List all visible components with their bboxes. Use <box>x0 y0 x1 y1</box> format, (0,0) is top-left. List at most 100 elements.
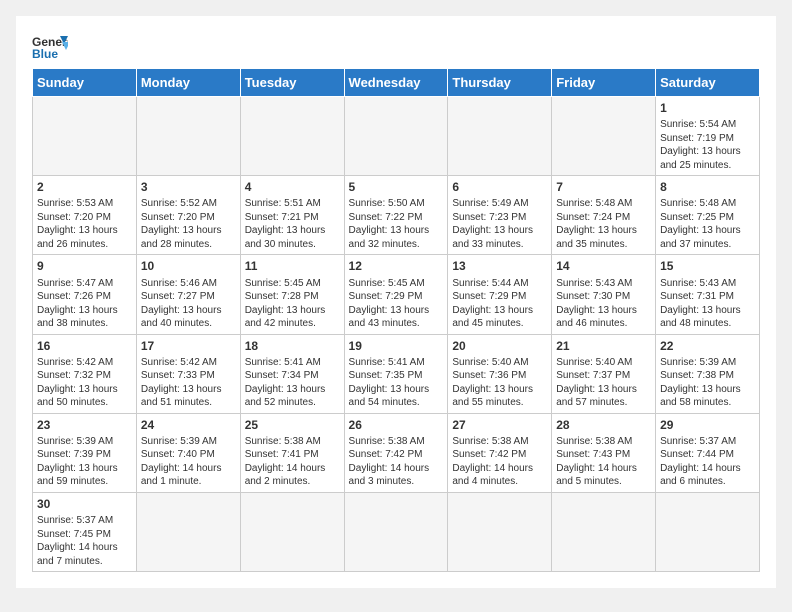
day-number: 17 <box>141 338 236 354</box>
day-info: Sunrise: 5:52 AM Sunset: 7:20 PM Dayligh… <box>141 197 236 251</box>
header: General Blue <box>32 32 760 60</box>
weekday-header-tuesday: Tuesday <box>240 69 344 97</box>
calendar-cell: 12Sunrise: 5:45 AM Sunset: 7:29 PM Dayli… <box>344 255 448 334</box>
calendar-cell: 8 Sunrise: 5:48 AM Sunset: 7:25 PM Daylig… <box>656 176 760 255</box>
logo-icon: General Blue <box>32 32 68 60</box>
calendar-cell: 25 Sunrise: 5:38 AM Sunset: 7:41 PM Dayli… <box>240 413 344 492</box>
week-row-3: 9 Sunrise: 5:47 AM Sunset: 7:26 PM Daylig… <box>33 255 760 334</box>
day-info: Sunrise: 5:38 AM Sunset: 7:41 PM Dayligh… <box>245 435 340 489</box>
calendar-cell: 11 Sunrise: 5:45 AM Sunset: 7:28 PM Dayli… <box>240 255 344 334</box>
day-info: Sunrise: 5:46 AM Sunset: 7:27 PM Dayligh… <box>141 277 236 331</box>
week-row-6: 30Sunrise: 5:37 AM Sunset: 7:45 PM Dayli… <box>33 492 760 571</box>
svg-text:Blue: Blue <box>32 47 58 60</box>
day-info: Sunrise: 5:54 AM Sunset: 7:19 PM Dayligh… <box>660 118 755 172</box>
calendar-cell: 7 Sunrise: 5:48 AM Sunset: 7:24 PM Daylig… <box>552 176 656 255</box>
day-info: Sunrise: 5:41 AM Sunset: 7:35 PM Dayligh… <box>349 356 444 410</box>
day-info: Sunrise: 5:39 AM Sunset: 7:39 PM Dayligh… <box>37 435 132 489</box>
calendar-cell: 26 Sunrise: 5:38 AM Sunset: 7:42 PM Dayli… <box>344 413 448 492</box>
calendar-cell: 1 Sunrise: 5:54 AM Sunset: 7:19 PM Daylig… <box>656 97 760 176</box>
page: General Blue SundayMondayTuesdayWednesda… <box>16 16 776 588</box>
calendar-cell: 19 Sunrise: 5:41 AM Sunset: 7:35 PM Dayli… <box>344 334 448 413</box>
day-info: Sunrise: 5:53 AM Sunset: 7:20 PM Dayligh… <box>37 197 132 251</box>
day-info: Sunrise: 5:40 AM Sunset: 7:37 PM Dayligh… <box>556 356 651 410</box>
day-number: 29 <box>660 417 755 433</box>
day-info: Sunrise: 5:42 AM Sunset: 7:32 PM Dayligh… <box>37 356 132 410</box>
day-info: Sunrise: 5:51 AM Sunset: 7:21 PM Dayligh… <box>245 197 340 251</box>
calendar-cell <box>448 97 552 176</box>
day-info: Sunrise: 5:39 AM Sunset: 7:40 PM Dayligh… <box>141 435 236 489</box>
day-number: 20 <box>452 338 547 354</box>
calendar-cell <box>552 97 656 176</box>
day-info: Sunrise: 5:38 AM Sunset: 7:42 PM Dayligh… <box>349 435 444 489</box>
day-info: Sunrise: 5:38 AM Sunset: 7:42 PM Dayligh… <box>452 435 547 489</box>
day-number: 3 <box>141 179 236 195</box>
day-number: 7 <box>556 179 651 195</box>
week-row-4: 16Sunrise: 5:42 AM Sunset: 7:32 PM Dayli… <box>33 334 760 413</box>
calendar: SundayMondayTuesdayWednesdayThursdayFrid… <box>32 68 760 572</box>
calendar-cell: 18 Sunrise: 5:41 AM Sunset: 7:34 PM Dayli… <box>240 334 344 413</box>
day-number: 25 <box>245 417 340 433</box>
weekday-header-wednesday: Wednesday <box>344 69 448 97</box>
calendar-cell <box>136 97 240 176</box>
calendar-cell: 27 Sunrise: 5:38 AM Sunset: 7:42 PM Dayli… <box>448 413 552 492</box>
day-info: Sunrise: 5:41 AM Sunset: 7:34 PM Dayligh… <box>245 356 340 410</box>
calendar-cell <box>552 492 656 571</box>
day-info: Sunrise: 5:37 AM Sunset: 7:44 PM Dayligh… <box>660 435 755 489</box>
day-info: Sunrise: 5:44 AM Sunset: 7:29 PM Dayligh… <box>452 277 547 331</box>
day-info: Sunrise: 5:39 AM Sunset: 7:38 PM Dayligh… <box>660 356 755 410</box>
week-row-2: 2Sunrise: 5:53 AM Sunset: 7:20 PM Daylig… <box>33 176 760 255</box>
calendar-cell: 21Sunrise: 5:40 AM Sunset: 7:37 PM Dayli… <box>552 334 656 413</box>
day-number: 30 <box>37 496 132 512</box>
calendar-cell: 28 Sunrise: 5:38 AM Sunset: 7:43 PM Dayli… <box>552 413 656 492</box>
weekday-header-monday: Monday <box>136 69 240 97</box>
day-number: 26 <box>349 417 444 433</box>
day-number: 24 <box>141 417 236 433</box>
calendar-cell <box>344 492 448 571</box>
day-info: Sunrise: 5:48 AM Sunset: 7:24 PM Dayligh… <box>556 197 651 251</box>
weekday-header-friday: Friday <box>552 69 656 97</box>
day-info: Sunrise: 5:42 AM Sunset: 7:33 PM Dayligh… <box>141 356 236 410</box>
day-number: 11 <box>245 258 340 274</box>
day-info: Sunrise: 5:50 AM Sunset: 7:22 PM Dayligh… <box>349 197 444 251</box>
calendar-cell <box>448 492 552 571</box>
logo: General Blue <box>32 32 74 60</box>
calendar-cell <box>656 492 760 571</box>
calendar-cell <box>33 97 137 176</box>
day-number: 10 <box>141 258 236 274</box>
day-info: Sunrise: 5:49 AM Sunset: 7:23 PM Dayligh… <box>452 197 547 251</box>
calendar-cell: 20Sunrise: 5:40 AM Sunset: 7:36 PM Dayli… <box>448 334 552 413</box>
weekday-header-thursday: Thursday <box>448 69 552 97</box>
weekday-header-saturday: Saturday <box>656 69 760 97</box>
calendar-cell <box>136 492 240 571</box>
day-number: 22 <box>660 338 755 354</box>
calendar-cell: 10 Sunrise: 5:46 AM Sunset: 7:27 PM Dayli… <box>136 255 240 334</box>
calendar-cell: 24 Sunrise: 5:39 AM Sunset: 7:40 PM Dayli… <box>136 413 240 492</box>
calendar-cell: 30Sunrise: 5:37 AM Sunset: 7:45 PM Dayli… <box>33 492 137 571</box>
day-number: 15 <box>660 258 755 274</box>
calendar-cell <box>240 97 344 176</box>
calendar-cell <box>344 97 448 176</box>
day-number: 27 <box>452 417 547 433</box>
day-number: 19 <box>349 338 444 354</box>
day-number: 9 <box>37 258 132 274</box>
day-number: 5 <box>349 179 444 195</box>
day-number: 18 <box>245 338 340 354</box>
calendar-cell: 6Sunrise: 5:49 AM Sunset: 7:23 PM Daylig… <box>448 176 552 255</box>
day-info: Sunrise: 5:48 AM Sunset: 7:25 PM Dayligh… <box>660 197 755 251</box>
calendar-cell: 29 Sunrise: 5:37 AM Sunset: 7:44 PM Dayli… <box>656 413 760 492</box>
day-number: 28 <box>556 417 651 433</box>
day-number: 1 <box>660 100 755 116</box>
day-info: Sunrise: 5:45 AM Sunset: 7:29 PM Dayligh… <box>349 277 444 331</box>
day-number: 8 <box>660 179 755 195</box>
weekday-header-row: SundayMondayTuesdayWednesdayThursdayFrid… <box>33 69 760 97</box>
day-info: Sunrise: 5:47 AM Sunset: 7:26 PM Dayligh… <box>37 277 132 331</box>
day-info: Sunrise: 5:38 AM Sunset: 7:43 PM Dayligh… <box>556 435 651 489</box>
calendar-cell: 4Sunrise: 5:51 AM Sunset: 7:21 PM Daylig… <box>240 176 344 255</box>
day-number: 13 <box>452 258 547 274</box>
calendar-cell <box>240 492 344 571</box>
day-info: Sunrise: 5:43 AM Sunset: 7:30 PM Dayligh… <box>556 277 651 331</box>
calendar-cell: 9 Sunrise: 5:47 AM Sunset: 7:26 PM Daylig… <box>33 255 137 334</box>
day-info: Sunrise: 5:45 AM Sunset: 7:28 PM Dayligh… <box>245 277 340 331</box>
calendar-cell: 22 Sunrise: 5:39 AM Sunset: 7:38 PM Dayli… <box>656 334 760 413</box>
calendar-cell: 5 Sunrise: 5:50 AM Sunset: 7:22 PM Daylig… <box>344 176 448 255</box>
